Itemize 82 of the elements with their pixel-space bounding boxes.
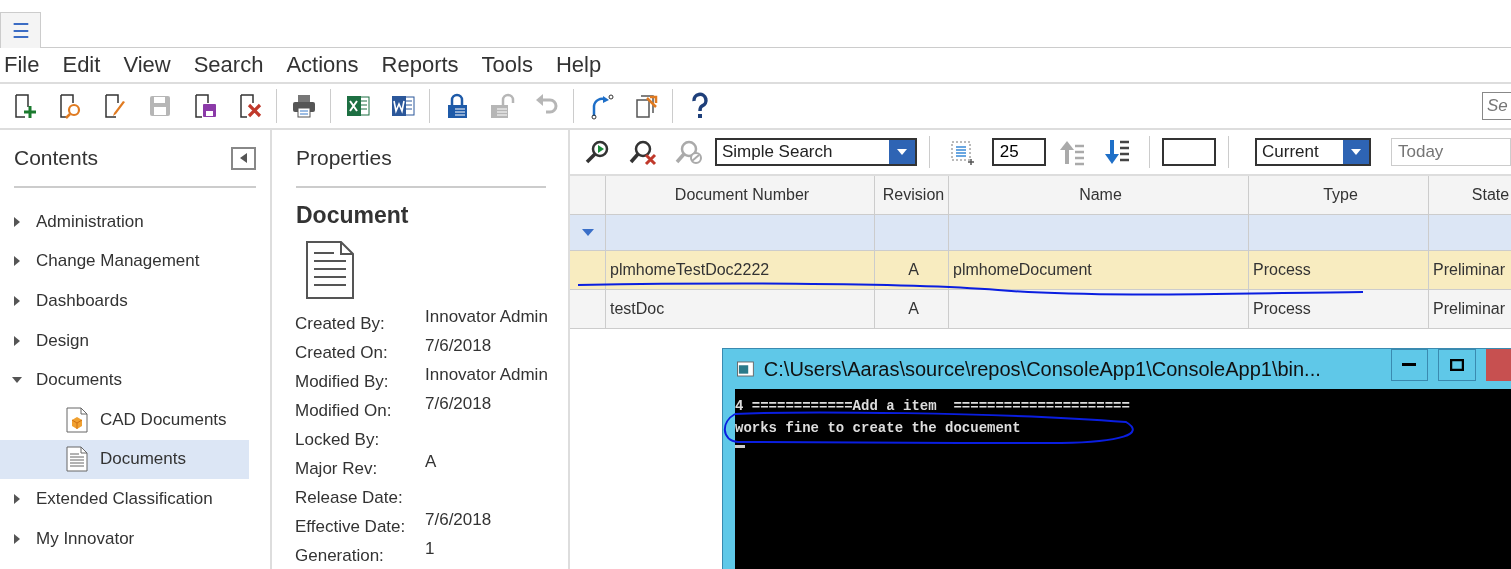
menu-tab[interactable]: ☰ [0,12,41,48]
page-field[interactable] [1162,138,1216,166]
caret-icon [12,335,22,346]
menu-item[interactable]: Edit [58,52,101,78]
table-cell: testDoc [610,300,665,318]
table-cell: Preliminar [1433,300,1505,318]
console-app-icon [737,361,754,377]
table-cell: A [908,261,919,279]
document-icon [306,241,354,299]
field-value: 7/6/2018 [425,394,493,415]
tree-item[interactable]: Administration [0,202,249,242]
caret-icon [12,216,22,227]
maximize-icon [1449,359,1464,371]
page-size-field[interactable]: 25 [991,138,1046,166]
minimize-icon [1402,363,1417,367]
table-cell: Preliminar [1433,261,1505,279]
field-label: Modified On: [295,400,393,421]
tree-item[interactable]: My Innovator [0,518,249,559]
caret-left-icon [239,153,248,163]
caret-icon [12,533,22,544]
search-mode-dropdown[interactable]: Simple Search [714,138,918,166]
pane-title: Properties [296,146,392,170]
search-field[interactable]: Se [1482,92,1511,120]
menu-item[interactable]: File [0,52,40,78]
filter-toggle-icon[interactable] [581,229,594,236]
column-header[interactable]: Name [949,176,1249,214]
table-cell: plmhomeTestDoc2222 [610,261,770,279]
dropdown-caret-icon [1351,149,1361,155]
cad-document-icon [66,406,88,433]
pane-title: Contents [14,146,99,170]
field-label: Effective Date: [295,516,407,537]
field-label: Locked By: [295,429,381,450]
field-value: A [425,452,438,473]
console-line: works fine to create the docuement [735,420,1021,436]
window-title: C:\Users\Aaras\source\repos\ConsoleApp1\ConsoleApp1\bin... [763,357,1322,381]
tree-item[interactable]: Documents [0,360,249,400]
collapse-button[interactable] [231,146,256,170]
dropdown-caret-icon [897,149,908,155]
revision-dropdown[interactable]: Current [1255,138,1371,166]
column-header[interactable]: Revision [875,176,949,214]
date-field[interactable]: Today [1391,138,1511,166]
field-value: 1 [425,539,436,560]
field-label: Generation: [295,545,385,566]
minimize-button[interactable] [1390,349,1429,381]
tree-item[interactable]: Documents [0,439,249,480]
table-cell: plmhomeDocument [953,261,1092,279]
column-header[interactable]: Type [1249,176,1429,214]
caret-icon [12,493,22,504]
menu-item[interactable]: View [119,52,171,78]
field-label: Release Date: [295,487,404,508]
field-label: Modified By: [295,371,390,392]
table-cell: Process [1253,300,1311,318]
table-row[interactable]: plmhomeTestDoc2222 A plmhomeDocument Process Preliminar [570,251,1511,290]
column-header[interactable]: State [1429,176,1511,214]
tree-item[interactable]: Design [0,320,249,361]
field-value: 7/6/2018 [425,336,493,357]
document-icon [66,446,88,473]
maximize-button[interactable] [1438,349,1476,381]
text-cursor [735,445,745,448]
item-type-title: Document [296,202,410,229]
field-value: Innovator Admin [425,307,549,328]
field-label: Major Rev: [295,458,379,479]
tree-item[interactable]: Change Management [0,241,249,282]
tree-item[interactable]: Extended Classification [0,479,249,519]
table-row[interactable]: testDoc A Process Preliminar [570,290,1511,329]
caret-icon [12,256,22,267]
menu-item[interactable]: Tools [477,52,533,78]
column-header[interactable]: Document Number [606,176,875,214]
console-line: 4 ============Add a item ===================== [735,398,1130,414]
menu-item[interactable]: Search [189,52,264,78]
caret-icon [12,296,22,306]
tree-item[interactable]: CAD Documents [0,399,249,440]
menu-item[interactable]: Actions [282,52,359,78]
menu-item[interactable]: Help [551,52,602,78]
tree-item[interactable]: Dashboards [0,281,249,321]
field-value: Innovator Admin [425,365,549,386]
table-cell: A [908,300,919,318]
field-label: Created By: [295,313,386,334]
menu-item[interactable]: Reports [377,52,459,78]
field-value: 7/6/2018 [425,510,493,531]
field-label: Created On: [295,342,389,363]
table-cell: Process [1253,261,1311,279]
